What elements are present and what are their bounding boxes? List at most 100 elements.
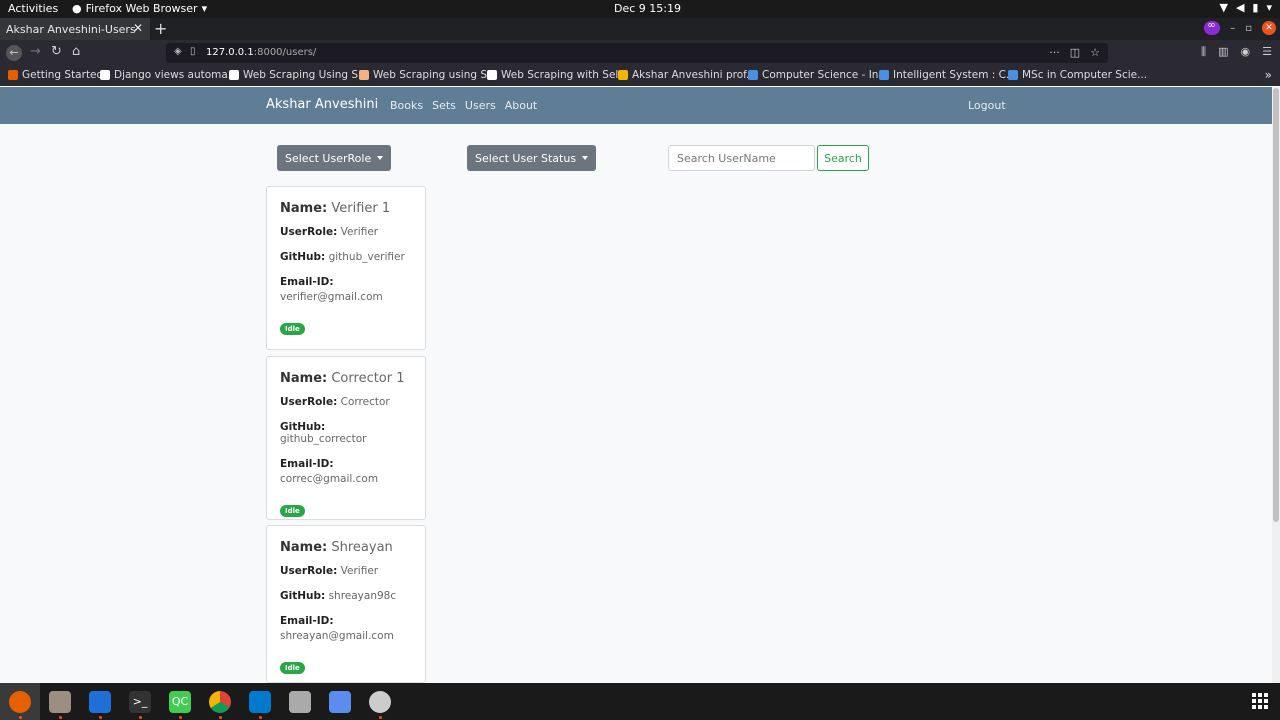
browser-tab[interactable]: Akshar Anveshini-Users ✕ (0, 18, 150, 40)
nav-link-users[interactable]: Users (465, 99, 496, 112)
email-label: Email-ID: (280, 615, 334, 627)
home-button[interactable]: ⌂ (72, 44, 80, 59)
show-applications-icon[interactable] (1252, 693, 1268, 709)
user-name: Name: Shreayan (280, 540, 412, 555)
close-icon[interactable]: ✕ (133, 21, 143, 35)
page-scrollbar-thumb[interactable] (1273, 88, 1279, 522)
nav-link-books[interactable]: Books (390, 99, 423, 112)
bookmark-item[interactable]: Web Scraping Using S... (229, 69, 368, 81)
page-info-icon[interactable]: ▯ (190, 46, 196, 57)
bookmark-item[interactable]: Web Scraping using S... (359, 69, 497, 81)
activities-button[interactable]: Activities (8, 2, 58, 15)
user-status-dropdown-label: Select User Status (475, 151, 577, 165)
email-label: Email-ID: (280, 276, 334, 288)
sidebar-icon[interactable]: ▥ (1218, 45, 1228, 59)
dock-chrome[interactable] (200, 683, 240, 720)
tab-strip: Akshar Anveshini-Users ✕ + – ▫ ✕ (0, 18, 1280, 40)
forward-button[interactable]: → (30, 44, 41, 59)
maximize-button[interactable]: ▫ (1245, 23, 1252, 34)
bookmark-label: Akshar Anveshini prof... (632, 69, 757, 81)
system-top-bar: Activities ● Firefox Web Browser ▾ Dec 9… (0, 0, 1280, 18)
dock-terminal[interactable]: >_ (120, 683, 160, 720)
role-value: Verifier (340, 226, 379, 238)
running-indicator (19, 716, 22, 719)
chevron-right-icon[interactable]: » (1265, 68, 1272, 82)
bookmark-item[interactable]: Web Scraping with Sel... (487, 69, 628, 81)
user-name: Name: Verifier 1 (280, 201, 412, 216)
user-role-dropdown-label: Select UserRole (285, 151, 372, 165)
url-bar[interactable]: ◈ ▯ 127.0.0.1:8000/users/ ··· ◫ ☆ (166, 43, 1108, 63)
user-role-dropdown[interactable]: Select UserRole (277, 145, 392, 171)
running-indicator (59, 716, 62, 719)
dock-tasks[interactable] (320, 683, 360, 720)
search-username-input[interactable] (668, 145, 815, 171)
bookmark-label: Web Scraping Using S... (243, 69, 369, 81)
name-label: Name: (280, 201, 328, 216)
email-label: Email-ID: (280, 458, 334, 470)
name-value: Corrector 1 (331, 371, 405, 386)
dock-writer[interactable] (80, 683, 120, 720)
new-tab-button[interactable]: + (154, 19, 167, 38)
caret-down-icon (377, 156, 384, 160)
bookmark-item[interactable]: MSc in Computer Scie... (1008, 69, 1147, 81)
window-close-button[interactable]: ✕ (1262, 21, 1276, 35)
user-role: UserRole: Corrector (280, 396, 412, 408)
dock-files[interactable] (40, 683, 80, 720)
bookmark-item[interactable]: Django views automa... (100, 69, 238, 81)
wifi-icon: ▼ (1219, 1, 1228, 14)
logout-link[interactable]: Logout (968, 99, 1006, 112)
app-menu[interactable]: ● Firefox Web Browser ▾ (72, 2, 207, 15)
reload-button[interactable]: ↻ (51, 44, 62, 59)
email-value: verifier@gmail.com (280, 291, 383, 303)
minimize-button[interactable]: – (1230, 23, 1235, 34)
bookmark-item[interactable]: Akshar Anveshini prof... (618, 69, 756, 81)
chevron-down-icon: ▾ (201, 2, 208, 15)
role-value: Corrector (340, 396, 390, 408)
medium-icon (487, 70, 497, 80)
chat-icon (369, 690, 391, 713)
menu-icon[interactable]: ☰ (1262, 45, 1272, 59)
bookmark-label: Getting Started (22, 69, 104, 81)
bookmark-item[interactable]: Intelligent System : C... (879, 69, 1016, 81)
browser-navbar: ← → ↻ ⌂ ◈ ▯ 127.0.0.1:8000/users/ ··· ◫ … (0, 40, 1280, 66)
dock-vscode[interactable] (240, 683, 280, 720)
vscode-icon (249, 690, 271, 713)
dock-calculator[interactable] (280, 683, 320, 720)
window-controls: – ▫ ✕ (1204, 20, 1276, 35)
bookmark-label: Computer Science - In... (762, 69, 889, 81)
site-brand[interactable]: Akshar Anveshini (266, 97, 378, 112)
dock-chat[interactable] (360, 683, 400, 720)
firefox-icon (9, 690, 31, 713)
private-browsing-icon (1204, 20, 1221, 35)
system-tray[interactable]: ▼ ◀ ▮ ▾ (1219, 1, 1272, 14)
bookmark-star-icon[interactable]: ☆ (1090, 46, 1100, 59)
name-value: Shreayan (331, 540, 393, 555)
dock-qtcreator[interactable]: QC (160, 683, 200, 720)
user-status-dropdown[interactable]: Select User Status (467, 145, 597, 171)
running-indicator (379, 716, 382, 719)
site-navbar: Akshar Anveshini Books Sets Users About … (0, 87, 1272, 124)
shield-icon: ◈ (174, 46, 182, 57)
user-github: GitHub: shreayan98c (280, 590, 412, 602)
dock-firefox[interactable] (0, 683, 40, 720)
clock[interactable]: Dec 9 15:19 (614, 2, 681, 15)
search-button[interactable]: Search (817, 145, 869, 171)
nav-link-about[interactable]: About (505, 99, 538, 112)
document-icon (89, 690, 111, 713)
user-card: Name: Corrector 1 UserRole: Corrector Gi… (266, 356, 426, 520)
url-text: 127.0.0.1:8000/users/ (206, 47, 316, 58)
running-indicator (139, 716, 142, 719)
nav-link-sets[interactable]: Sets (432, 99, 456, 112)
bookmark-item[interactable]: Computer Science - In... (748, 69, 888, 81)
library-icon[interactable]: ⫼ (1201, 45, 1206, 59)
battery-icon: ▮ (1252, 1, 1259, 14)
more-actions-icon[interactable]: ··· (1049, 46, 1060, 59)
role-value: Verifier (340, 565, 379, 577)
back-button[interactable]: ← (6, 45, 22, 61)
bookmark-item[interactable]: Getting Started (8, 69, 103, 81)
bookmark-label: Intelligent System : C... (893, 69, 1017, 81)
pocket-icon[interactable]: ◫ (1070, 46, 1080, 59)
account-icon[interactable]: ◉ (1241, 45, 1251, 59)
university-icon (1008, 70, 1018, 80)
bookmark-label: Django views automa... (114, 69, 238, 81)
